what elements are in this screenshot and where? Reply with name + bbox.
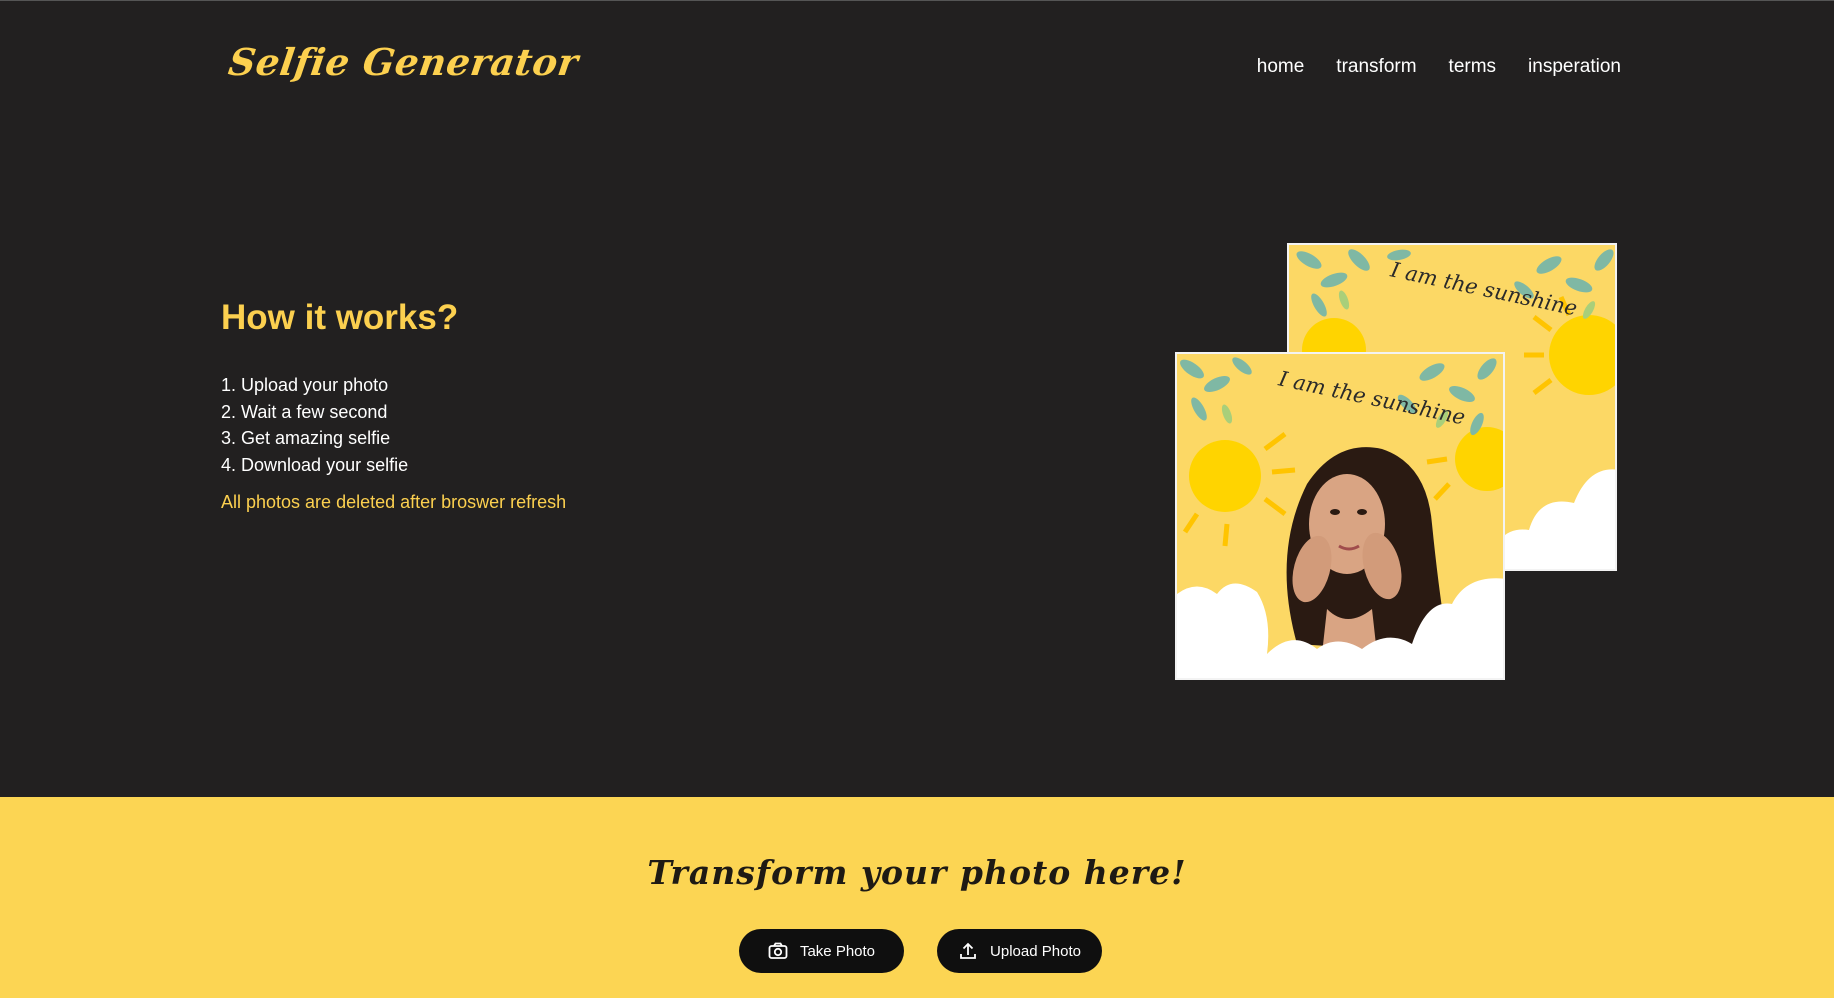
step-item: 2. Wait a few second xyxy=(221,401,388,422)
transform-title: Transform your photo here! xyxy=(647,853,1187,892)
steps-list: 1. Upload your photo 2. Wait a few secon… xyxy=(221,372,408,478)
sample-selfie-card-front: I am the sunshine xyxy=(1175,352,1505,680)
take-photo-button[interactable]: Take Photo xyxy=(739,929,904,973)
upload-photo-label: Upload Photo xyxy=(990,942,1081,960)
privacy-note: All photos are deleted after broswer ref… xyxy=(221,492,567,512)
upload-icon xyxy=(958,941,978,961)
nav-link-insperation[interactable]: insperation xyxy=(1528,56,1621,78)
upload-photo-button[interactable]: Upload Photo xyxy=(937,929,1102,973)
site-logo[interactable]: Selfie Generator xyxy=(226,40,581,84)
main-nav: home transform terms insperation xyxy=(1257,56,1621,78)
nav-link-transform[interactable]: transform xyxy=(1336,56,1416,78)
step-item: 4. Download your selfie xyxy=(221,454,409,475)
step-item: 3. Get amazing selfie xyxy=(221,428,391,448)
site-header: Selfie Generator home transform terms in… xyxy=(0,0,1834,140)
how-it-works-title: How it works? xyxy=(221,298,459,337)
nav-link-home[interactable]: home xyxy=(1257,56,1305,78)
take-photo-label: Take Photo xyxy=(799,942,876,960)
camera-icon xyxy=(768,941,788,961)
transform-section: Transform your photo here! Take Photo Up… xyxy=(0,797,1834,998)
nav-link-terms[interactable]: terms xyxy=(1449,56,1497,78)
step-item: 1. Upload your photo xyxy=(221,375,389,395)
